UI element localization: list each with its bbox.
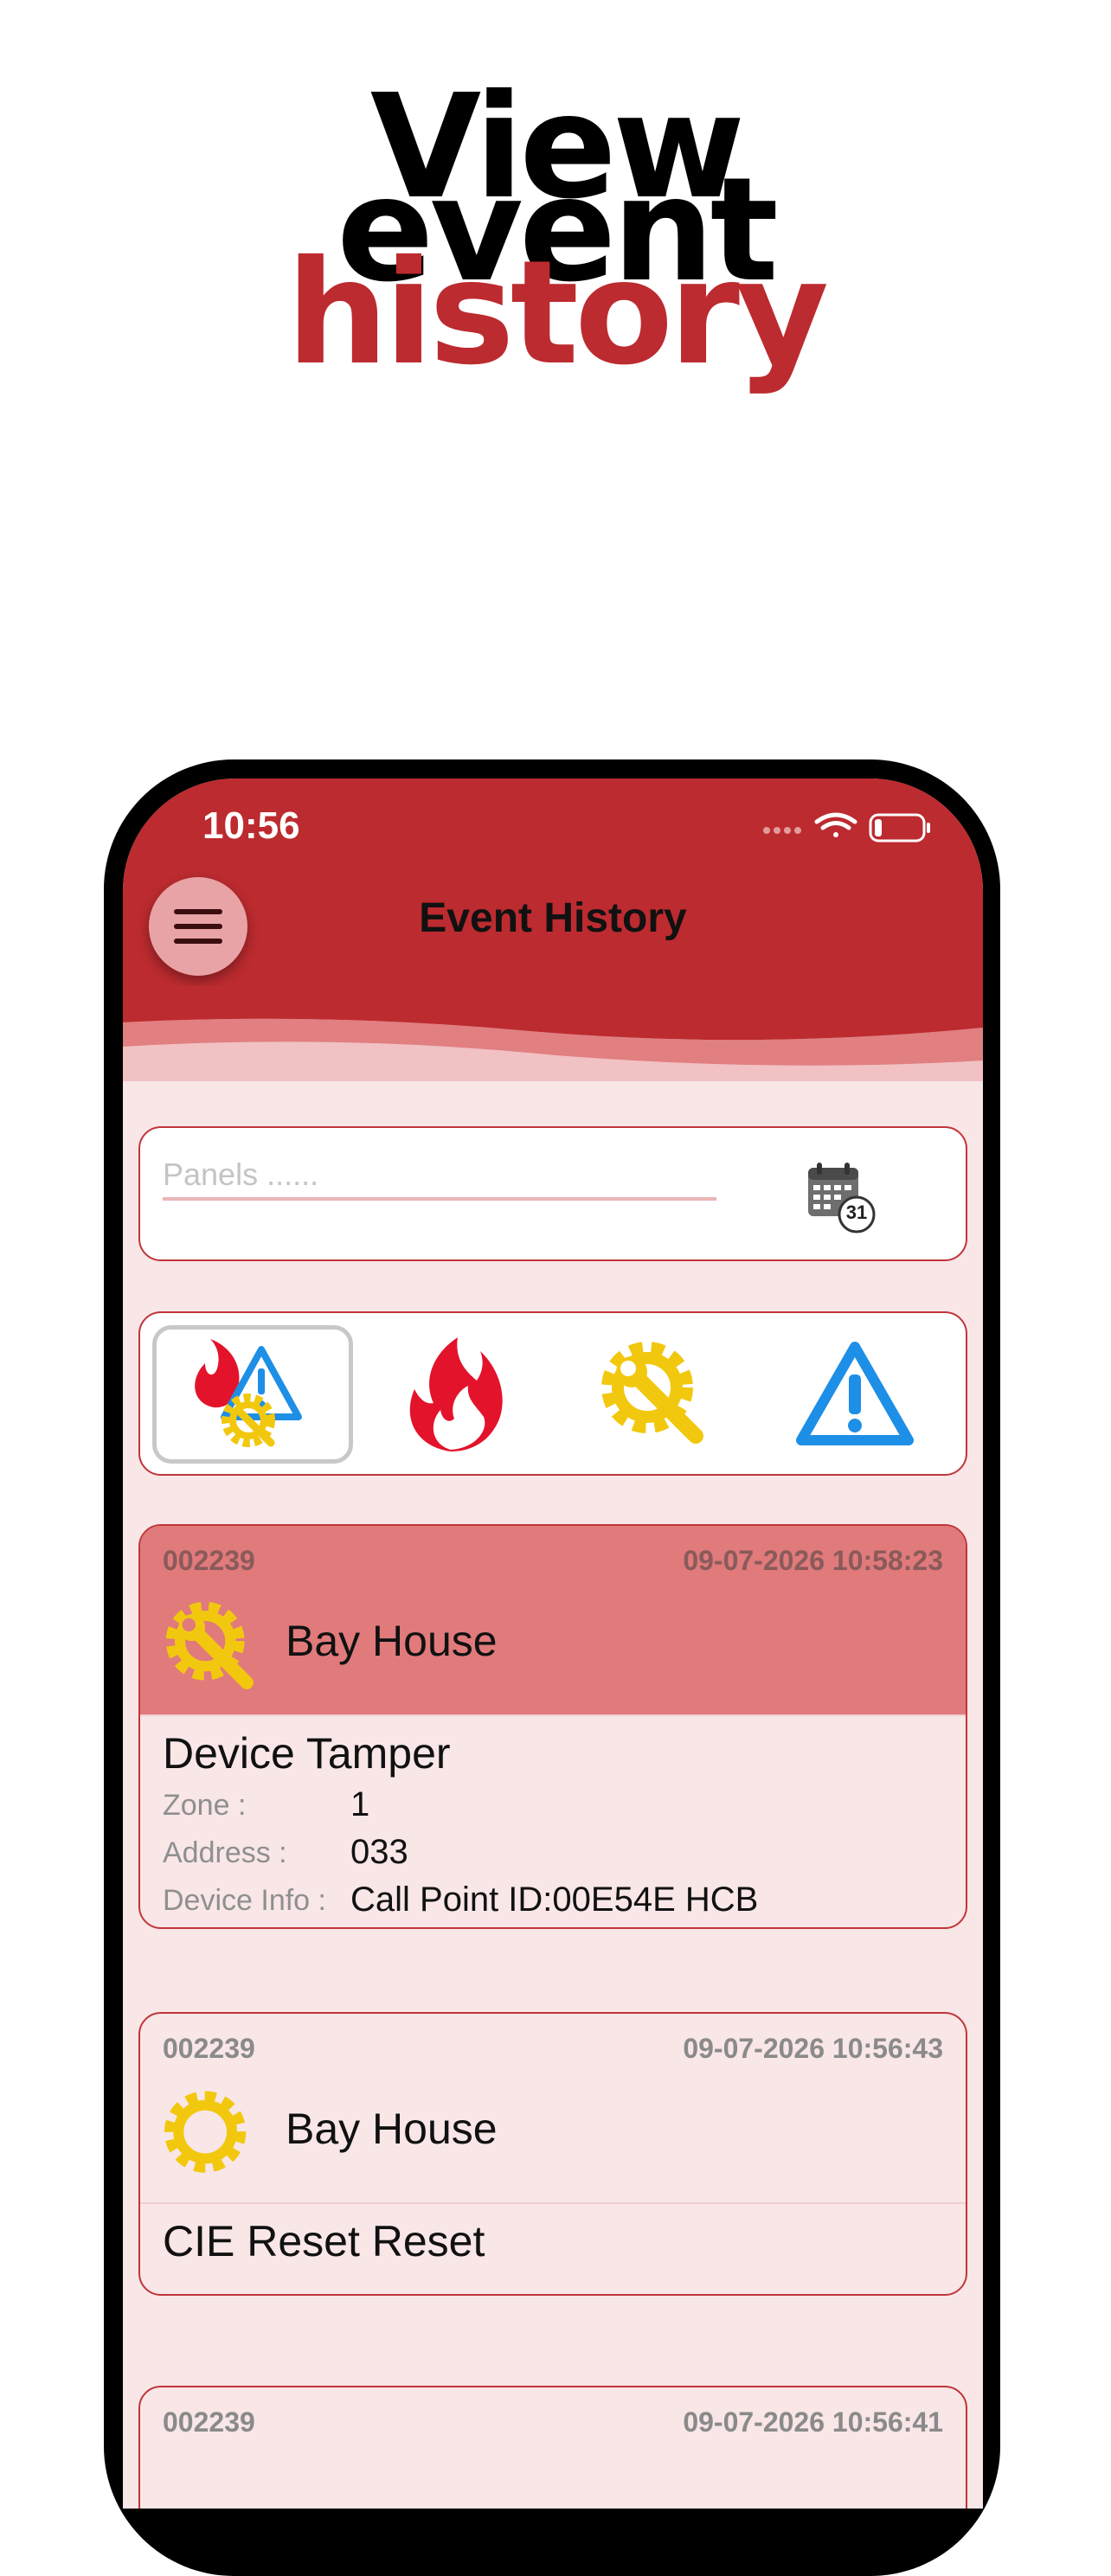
fire-icon [409, 1337, 503, 1451]
event-card[interactable]: 002239 09-07-2026 10:58:23 Bay House Dev… [138, 1524, 967, 1929]
event-timestamp: 09-07-2026 10:56:43 [683, 2033, 943, 2064]
zone-label: Zone : [163, 1789, 247, 1822]
gear-wrench-icon [159, 1595, 263, 1703]
event-card-header: 002239 09-07-2026 10:56:41 [140, 2387, 966, 2509]
detail-zone-row: Zone : 1 [163, 1782, 966, 1829]
filter-fire-button[interactable] [353, 1325, 554, 1464]
signal-icon [763, 827, 801, 834]
event-card[interactable]: 002239 09-07-2026 10:56:41 [138, 2386, 967, 2509]
status-icons [760, 810, 941, 849]
event-filter-bar [138, 1311, 967, 1476]
app-screen: 10:56 Event History Panels ...... 31 002… [123, 779, 983, 2509]
event-type: Device Tamper [163, 1729, 451, 1778]
calendar-button[interactable]: 31 [805, 1163, 877, 1235]
panel-selector: 31 [138, 1126, 967, 1261]
calendar-day: 31 [845, 1201, 868, 1223]
event-type: CIE Reset Reset [163, 2217, 485, 2265]
event-site-name: Bay House [286, 1617, 498, 1665]
panels-input[interactable] [163, 1152, 716, 1201]
device-info-value: Call Point ID:00E54E HCB [350, 1881, 759, 1919]
detail-address-row: Address : 033 [163, 1829, 966, 1877]
page-title: Event History [419, 895, 687, 941]
card-divider [140, 2202, 966, 2204]
event-card-header: 002239 09-07-2026 10:58:23 Bay House [140, 1526, 966, 1714]
event-card[interactable]: 002239 09-07-2026 10:56:43 Bay House CIE… [138, 2012, 967, 2296]
address-value: 033 [350, 1833, 408, 1871]
combined-fire-warning-gear-icon [195, 1339, 302, 1447]
event-site-name: Bay House [286, 2105, 498, 2153]
filter-fault-button[interactable] [554, 1325, 755, 1464]
detail-device-info-row: Device Info : Call Point ID:00E54E HCB [163, 1877, 966, 1925]
gear-wrench-icon [601, 1342, 703, 1444]
address-label: Address : [163, 1836, 287, 1869]
filter-warning-button[interactable] [755, 1325, 955, 1464]
event-timestamp: 09-07-2026 10:58:23 [683, 1545, 943, 1576]
calendar-icon [808, 1163, 876, 1234]
header-wave-decoration [123, 986, 983, 1081]
event-card-header: 002239 09-07-2026 10:56:43 Bay House [140, 2014, 966, 2202]
event-panel-id: 002239 [163, 2033, 255, 2064]
event-timestamp: 09-07-2026 10:56:41 [683, 2406, 943, 2438]
headline-line-3: history [286, 230, 829, 397]
card-divider [140, 1714, 966, 1716]
warning-triangle-icon [796, 1342, 914, 1445]
app-header: 10:56 Event History [123, 779, 983, 1003]
event-panel-id: 002239 [163, 2406, 255, 2438]
event-panel-id: 002239 [163, 1545, 255, 1576]
filter-all-button[interactable] [152, 1325, 353, 1464]
gear-icon [159, 2083, 263, 2191]
battery-icon [869, 813, 930, 843]
device-info-label: Device Info : [163, 1884, 326, 1917]
zone-value: 1 [350, 1785, 370, 1823]
wifi-icon [814, 812, 857, 837]
status-time: 10:56 [202, 804, 300, 847]
